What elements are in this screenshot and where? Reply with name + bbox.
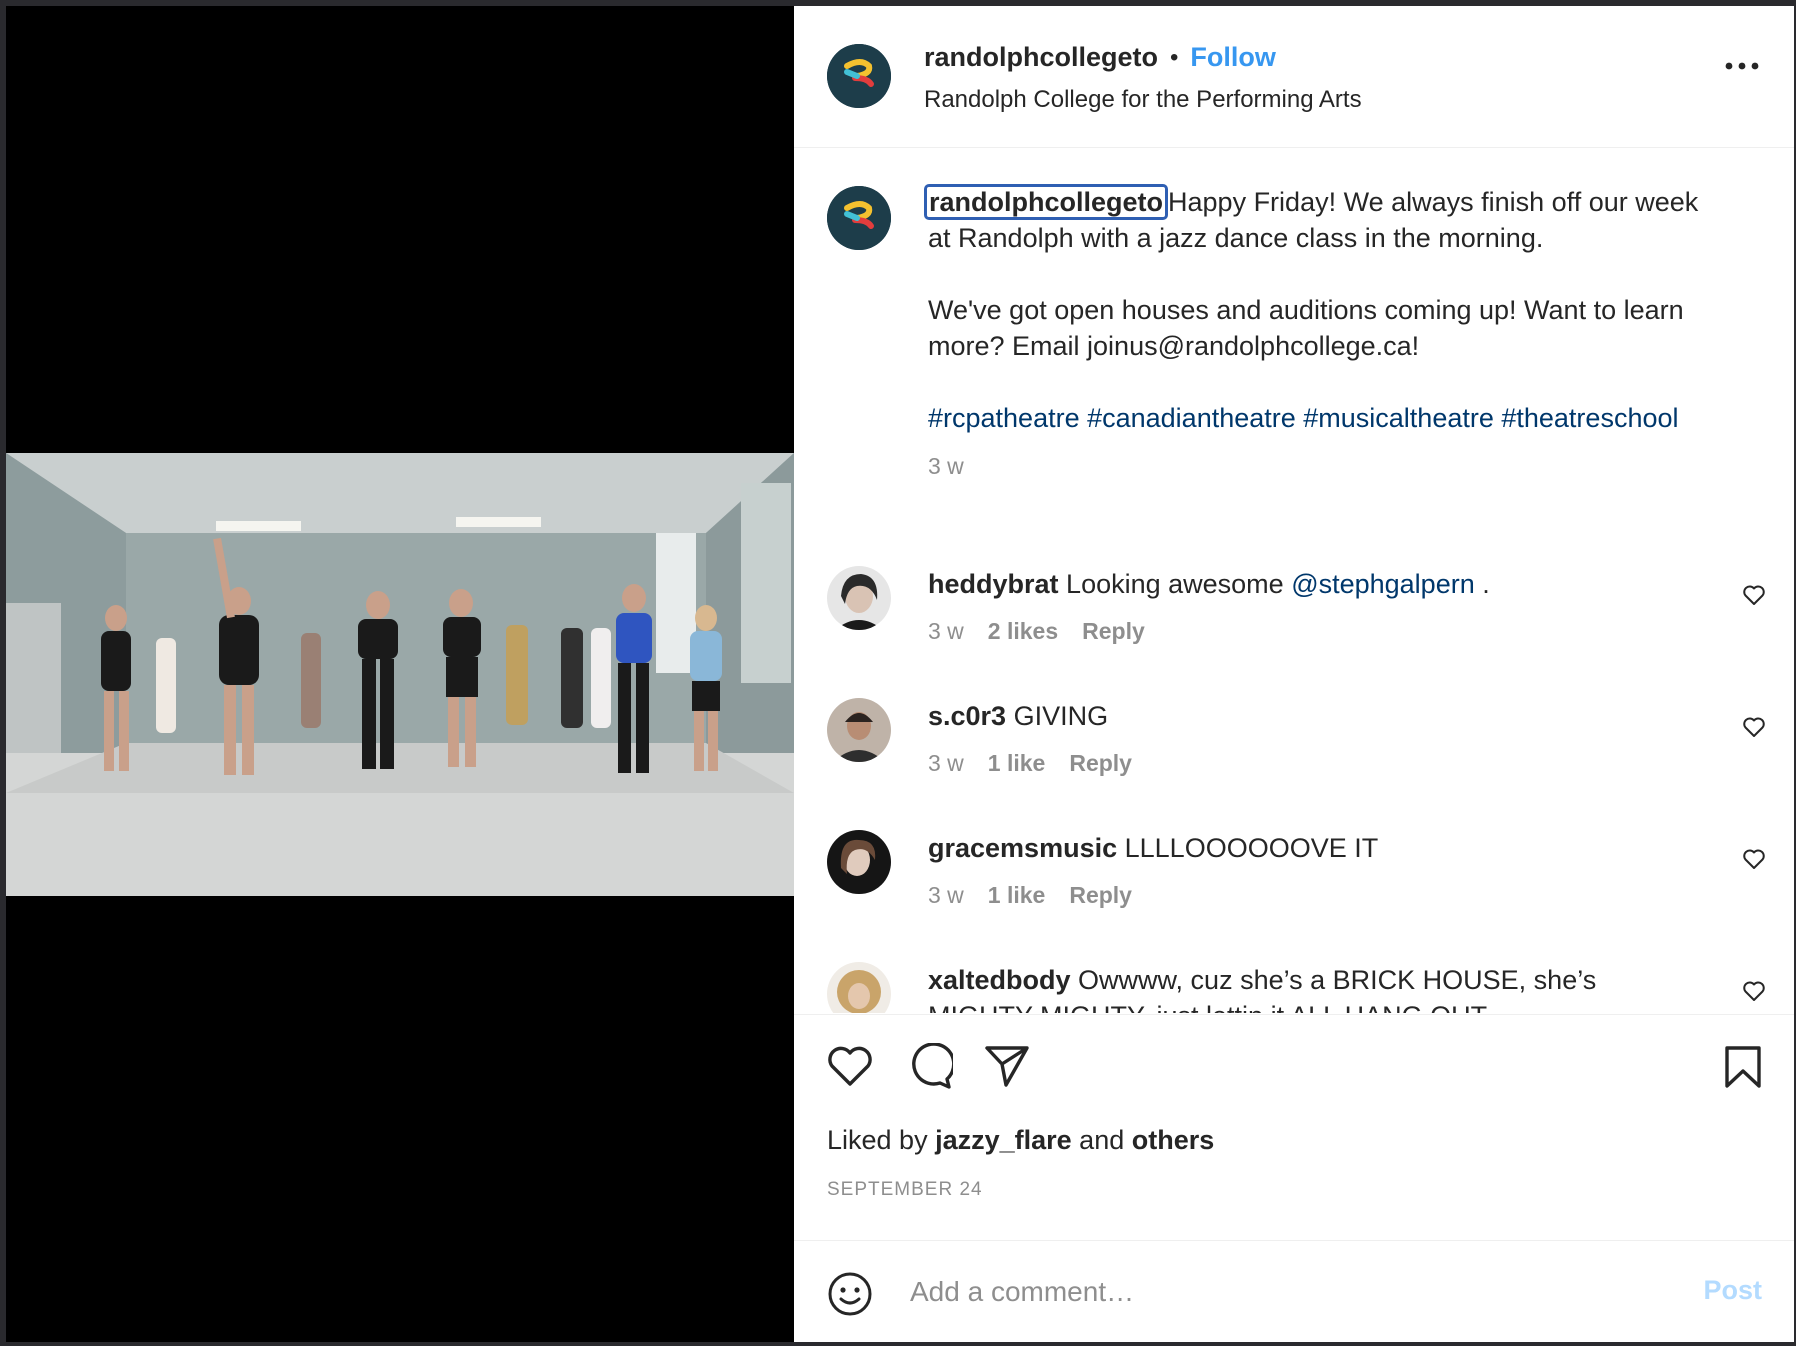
post-actions: Liked by jazzy_flare and others SEPTEMBE… [794, 1014, 1794, 1241]
heart-outline-icon [1743, 849, 1765, 869]
comment-text-tail: . [1474, 569, 1490, 599]
reply-button[interactable]: Reply [1069, 750, 1132, 777]
caption-hashtags[interactable]: #rcpatheatre #canadiantheatre #musicalth… [928, 400, 1708, 436]
speech-bubble-icon [912, 1042, 956, 1089]
save-button[interactable] [1724, 1045, 1762, 1094]
comment-item: heddybrat Looking awesome @stephgalpern … [794, 566, 1794, 686]
commenter-avatar[interactable] [827, 962, 891, 1013]
commenter-username[interactable]: xaltedbody [928, 965, 1071, 995]
comment-meta: 3 w 2 likes Reply [928, 618, 1145, 645]
comment-mention[interactable]: @stephgalpern [1291, 569, 1475, 599]
emoji-button[interactable] [827, 1271, 873, 1322]
post-comment-button[interactable]: Post [1703, 1275, 1762, 1306]
post-video[interactable] [6, 453, 794, 896]
comment-time: 3 w [928, 750, 964, 776]
comment-meta: 3 w 1 like Reply [928, 882, 1132, 909]
comment-like-button[interactable] [1742, 980, 1766, 1007]
comment-like-button[interactable] [1742, 716, 1766, 743]
comment-likes[interactable]: 2 likes [988, 618, 1058, 645]
author-username[interactable]: randolphcollegeto [924, 42, 1158, 73]
author-subtitle: Randolph College for the Performing Arts [924, 86, 1362, 113]
comment-likes[interactable]: 1 like [988, 750, 1046, 777]
post-modal: randolphcollegeto • Follow Randolph Coll… [6, 6, 1794, 1342]
comment-time: 3 w [928, 882, 964, 908]
comment-text: LLLLOOOOOOVE IT [1124, 833, 1379, 863]
commenter-username[interactable]: heddybrat [928, 569, 1059, 599]
comment-like-button[interactable] [1742, 848, 1766, 875]
comment-text-block: xaltedbody Owwww, cuz she’s a BRICK HOUS… [928, 962, 1638, 1013]
post-date: SEPTEMBER 24 [827, 1179, 983, 1200]
add-comment-bar: Post [794, 1240, 1794, 1343]
caption-text-line2: We've got open houses and auditions comi… [928, 295, 1684, 361]
caption-body: randolphcollegeto Happy Friday! We always… [924, 184, 1708, 484]
comment-text-block: gracemsmusic LLLLOOOOOOVE IT [928, 830, 1638, 866]
randolph-logo-icon [827, 186, 891, 250]
media-panel [6, 6, 794, 1342]
comment-button[interactable] [907, 1042, 956, 1094]
heart-outline-icon [1743, 981, 1765, 1001]
commenter-username[interactable]: s.c0r3 [928, 701, 1006, 731]
caption-time: 3 w [928, 453, 964, 479]
heart-outline-icon [828, 1046, 872, 1086]
comment-input[interactable] [908, 1269, 1672, 1315]
smiley-icon [828, 1272, 872, 1316]
comment-item: xaltedbody Owwww, cuz she’s a BRICK HOUS… [794, 962, 1794, 1013]
separator-dot: • [1170, 43, 1179, 71]
post-header: randolphcollegeto • Follow Randolph Coll… [794, 6, 1794, 148]
share-button[interactable] [984, 1045, 1030, 1092]
heart-outline-icon [1743, 585, 1765, 605]
comment-time: 3 w [928, 618, 964, 644]
comment-meta: 3 w 1 like Reply [928, 750, 1132, 777]
liked-by-others[interactable]: others [1132, 1125, 1215, 1155]
avatar-photo-icon [827, 566, 891, 630]
reply-button[interactable]: Reply [1082, 618, 1145, 645]
comment-text-block: s.c0r3 GIVING [928, 698, 1638, 734]
like-button[interactable] [827, 1045, 873, 1092]
liked-by-user[interactable]: jazzy_flare [935, 1125, 1072, 1155]
liked-by: Liked by jazzy_flare and others [827, 1125, 1214, 1156]
bookmark-icon [1725, 1046, 1761, 1088]
avatar-photo-icon [827, 962, 891, 1013]
avatar-photo-icon [827, 698, 891, 762]
comment-text: GIVING [1013, 701, 1109, 731]
randolph-logo-icon [827, 44, 891, 108]
reply-button[interactable]: Reply [1069, 882, 1132, 909]
ellipsis-icon [1725, 62, 1759, 70]
comment-text: Looking awesome [1066, 569, 1292, 599]
comment-likes[interactable]: 1 like [988, 882, 1046, 909]
commenter-avatar[interactable] [827, 698, 891, 762]
comment-like-button[interactable] [1742, 584, 1766, 611]
commenter-avatar[interactable] [827, 566, 891, 630]
header-user-line: randolphcollegeto • Follow [924, 42, 1276, 73]
paper-plane-icon [985, 1046, 1029, 1087]
liked-by-prefix: Liked by [827, 1125, 936, 1155]
comment-text-block: heddybrat Looking awesome @stephgalpern … [928, 566, 1638, 602]
comment-item: s.c0r3 GIVING 3 w 1 like Reply [794, 698, 1794, 818]
comment-item: gracemsmusic LLLLOOOOOOVE IT 3 w 1 like … [794, 830, 1794, 950]
commenter-avatar[interactable] [827, 830, 891, 894]
avatar-photo-icon [827, 830, 891, 894]
follow-button[interactable]: Follow [1190, 42, 1275, 73]
caption-username[interactable]: randolphcollegeto [924, 184, 1169, 220]
commenter-username[interactable]: gracemsmusic [928, 833, 1117, 863]
heart-outline-icon [1743, 717, 1765, 737]
comments-scroll-area[interactable]: randolphcollegeto Happy Friday! We always… [794, 148, 1794, 1013]
author-avatar[interactable] [827, 44, 891, 108]
more-options-button[interactable] [1725, 62, 1759, 70]
caption-avatar[interactable] [827, 186, 891, 250]
post-details-panel: randolphcollegeto • Follow Randolph Coll… [794, 6, 1794, 1342]
liked-by-mid: and [1071, 1125, 1132, 1155]
